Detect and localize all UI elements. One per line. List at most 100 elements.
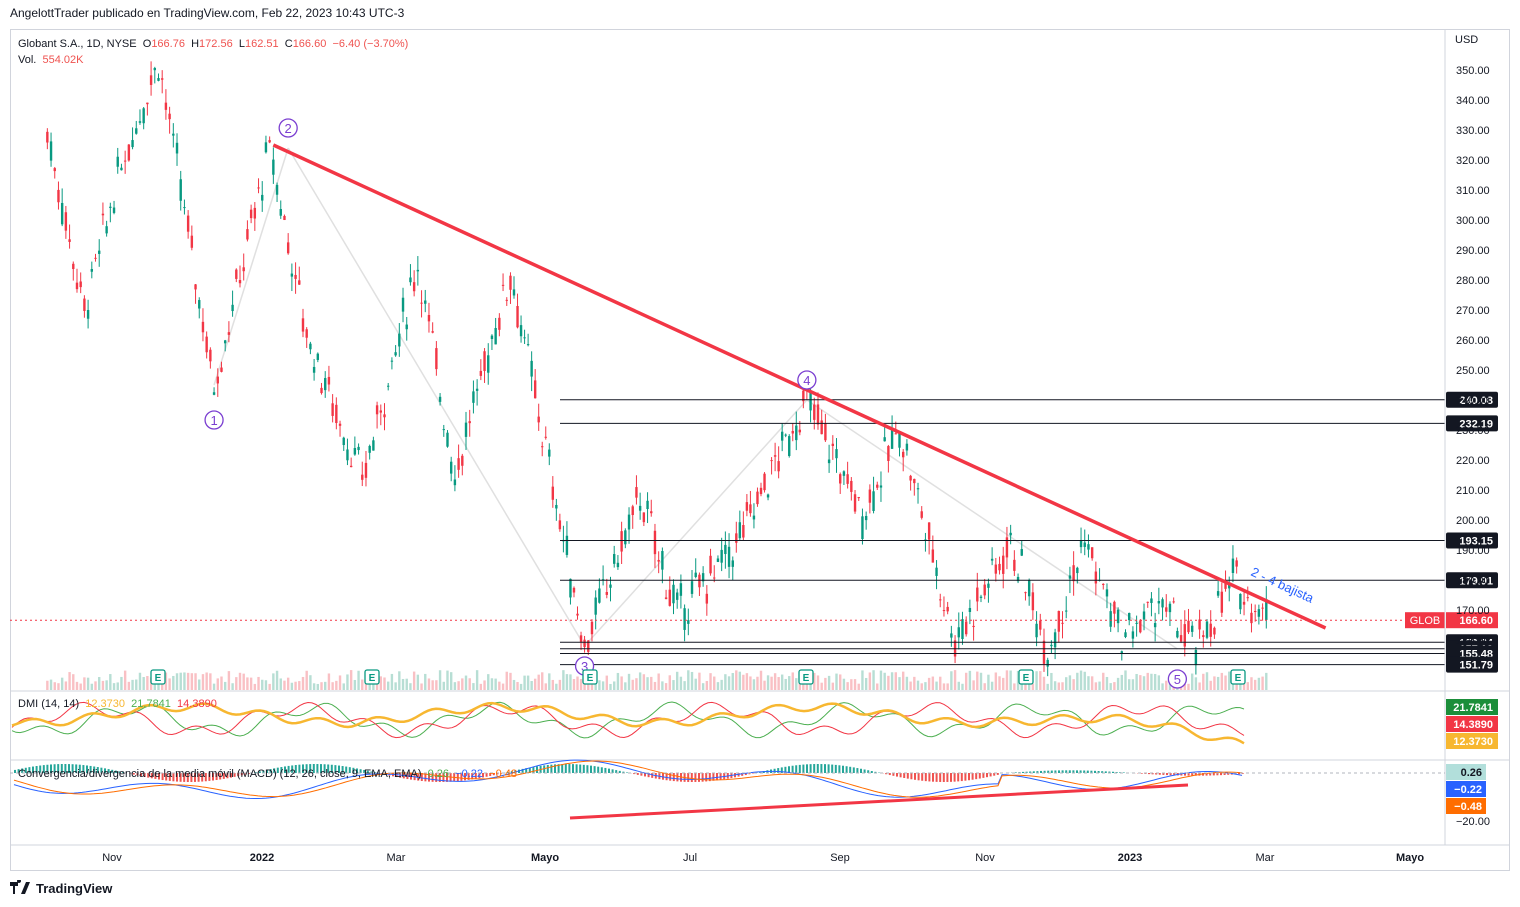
macd-hist-bar [579,764,582,773]
macd-hist-bar [903,773,906,778]
volume-bar [512,679,516,690]
volume-bar [990,681,994,690]
volume-bar [268,683,271,690]
candle-body [157,78,160,81]
macd-hist-bar [626,772,628,773]
candle-body [961,619,964,639]
candle-body [138,121,142,123]
macd-hist-bar [1014,772,1017,773]
volume-bar [361,679,364,690]
candle-body [1220,591,1224,613]
candle-body [853,494,857,512]
volume-bar [68,672,71,690]
volume-bar [1039,671,1042,690]
macd-hist-bar [968,773,970,781]
candle-body [235,269,238,279]
macd-hist-bar [608,768,610,773]
macd-hist-bar [1212,773,1215,776]
volume-bar [824,677,827,690]
candle-body [1061,622,1064,624]
volume-bar [724,674,727,690]
candle-body [186,215,190,232]
candle-body [1216,591,1220,596]
macd-tag-value: −0.22 [1454,784,1482,796]
candle-body [268,140,271,143]
candle-body [1239,593,1242,610]
volume-bar [657,673,660,690]
volume-bar [490,678,494,690]
candle-body [279,209,282,216]
candle-body [294,274,297,279]
macd-hist-bar [582,764,585,773]
candle-body [1027,580,1031,597]
macd-title[interactable]: Convergencia/divergencia de la media móv… [18,768,422,780]
macd-hist-bar [777,768,780,773]
volume-bar [427,678,431,690]
volume-bar [516,681,519,690]
macd-hist-bar [14,769,16,773]
volume-bar [979,672,983,690]
main-legend: Globant S.A., 1D, NYSE O166.76 H172.56 L… [18,36,408,68]
candle-body [594,597,597,615]
candle-body [724,544,727,555]
candle-body [72,263,75,269]
symbol-name[interactable]: Globant S.A., 1D, NYSE [18,38,137,50]
tradingview-brand[interactable]: TradingView [10,879,113,897]
volume-bar [312,683,316,690]
macd-hist-bar [672,773,675,782]
volume-bar [98,677,101,690]
candle-body [161,78,164,80]
macd-hist-bar [802,764,805,773]
macd-hist-bar [572,764,574,773]
candle-body [1176,630,1179,638]
volume-bar [49,679,53,690]
volume-bar [784,678,787,690]
volume-bar [890,672,894,690]
candle-body [1124,632,1127,638]
volume-bar [1216,676,1220,690]
candle-body [216,376,219,384]
candle-body [1131,631,1135,639]
volume-bar [541,672,544,690]
volume-bar [537,674,540,690]
volume-bar [994,672,998,690]
brand-label: TradingView [36,881,113,896]
candle-body [675,592,679,600]
volume-bar [555,683,558,690]
wave-label: 4 [803,373,810,388]
candle-body [309,343,312,350]
volume-bar [752,679,756,690]
volume-bar [1165,680,1168,690]
level-price: 151.79 [1459,660,1493,672]
candle-body [1053,632,1057,648]
candle-body [839,474,842,484]
candle-body [442,429,445,431]
volume-bar [777,677,780,690]
volume-bar [920,683,923,690]
volume-bar [526,675,530,690]
volume-bar [216,678,219,690]
dmi-title[interactable]: DMI (14, 14) [18,698,79,710]
candle-body [979,596,983,598]
macd-hist-bar [856,768,859,773]
time-axis: Nov 2022 Mar Mayo Jul Sep Nov 2023 Mar Mayo [10,844,1510,864]
candle-body [905,443,909,451]
candle-body [1113,601,1116,614]
macd-hist-bar [917,773,920,781]
candle-body [1194,649,1198,666]
volume-bar [631,679,634,690]
macd-hist-bar [845,766,848,773]
macd-hist-bar [989,773,992,777]
candle-body [850,480,853,492]
volume-bar [472,683,475,690]
candle-body [86,310,90,319]
time-tick: 2022 [250,852,274,864]
volume-bar [53,682,56,690]
candle-body [301,318,305,332]
candle-body [449,461,453,474]
candle-body [338,423,342,426]
volume-bar [1194,677,1198,690]
price-tick: 300.00 [1456,215,1490,227]
volume-bar [412,671,416,690]
candle-body [526,344,530,346]
